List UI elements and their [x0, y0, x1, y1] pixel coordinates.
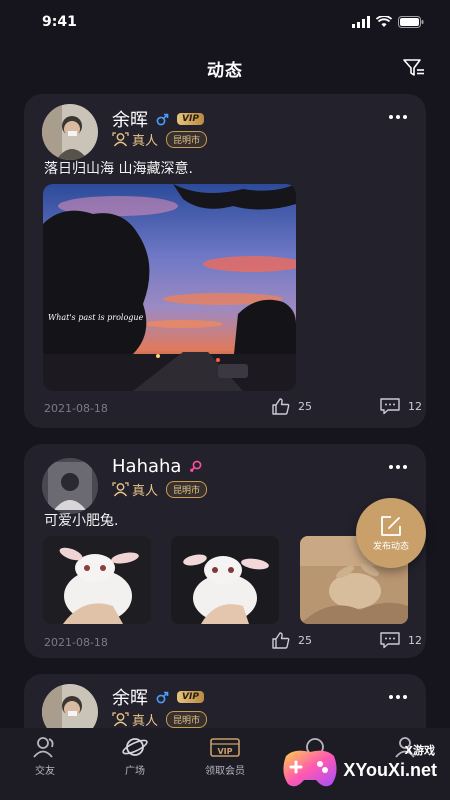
more-icon[interactable]	[388, 114, 408, 120]
comment-icon	[380, 398, 400, 415]
post-image[interactable]	[43, 536, 151, 624]
like-button[interactable]: 25	[272, 632, 312, 649]
city-tag: 昆明市	[166, 711, 208, 728]
tab-label: 领取会员	[205, 766, 245, 777]
bunny-photo-1	[43, 536, 151, 624]
post-image[interactable]: What's past is prologue	[43, 184, 296, 391]
real-person-tag: 真人	[112, 710, 158, 729]
thumbs-up-icon	[272, 398, 290, 415]
name-row: Hahaha	[112, 456, 202, 477]
user-name[interactable]: Hahaha	[112, 456, 181, 477]
avatar[interactable]	[42, 458, 98, 514]
verified-person-icon	[112, 712, 129, 727]
post-text: 可爱小肥兔.	[44, 513, 119, 529]
female-icon	[190, 460, 202, 472]
real-person-label: 真人	[132, 714, 159, 729]
tab-square[interactable]: 广场	[90, 728, 180, 800]
real-person-label: 真人	[132, 134, 159, 149]
verified-person-icon	[112, 132, 129, 147]
photo-caption: What's past is prologue	[48, 313, 144, 322]
battery-icon	[398, 16, 424, 28]
tag-row: 真人 昆明市	[112, 710, 208, 729]
comment-count: 12	[408, 634, 422, 647]
tag-row: 真人 昆明市	[112, 130, 208, 149]
bunny-photo-2	[171, 536, 279, 624]
more-icon[interactable]	[388, 694, 408, 700]
more-icon[interactable]	[388, 464, 408, 470]
like-button[interactable]: 25	[272, 398, 312, 415]
vip-badge: VIP	[177, 113, 204, 125]
like-count: 25	[298, 400, 312, 413]
user-name[interactable]: 余晖	[112, 684, 148, 710]
watermark-small-text: X游戏	[404, 744, 435, 757]
real-person-tag: 真人	[112, 130, 158, 149]
comment-count: 12	[408, 400, 422, 413]
comment-button[interactable]: 12	[380, 632, 422, 649]
status-icons	[352, 16, 424, 28]
name-row: 余晖 VIP	[112, 106, 204, 132]
wifi-icon	[376, 16, 392, 27]
vip-badge: VIP	[177, 691, 204, 703]
verified-person-icon	[112, 482, 129, 497]
city-tag: 昆明市	[166, 481, 208, 498]
sunset-photo: What's past is prologue	[43, 184, 296, 391]
edit-icon	[381, 515, 401, 536]
avatar-image	[42, 104, 98, 160]
real-person-label: 真人	[132, 484, 159, 499]
tag-row: 真人 昆明市	[112, 480, 208, 499]
nav-bar: 动态	[0, 48, 450, 88]
filter-icon[interactable]	[402, 57, 426, 79]
tab-label: 广场	[125, 766, 145, 777]
thumbs-up-icon	[272, 632, 290, 649]
post-text: 落日归山海 山海藏深意.	[44, 161, 193, 177]
name-row: 余晖 VIP	[112, 684, 204, 710]
user-name[interactable]: 余晖	[112, 106, 148, 132]
vip-icon-text: VIP	[217, 747, 232, 756]
post-card[interactable]: 余晖 VIP 真人 昆明市 落日归山海 山海藏深意. What's past i…	[24, 94, 426, 428]
publish-post-button[interactable]: 发布动态	[356, 498, 426, 568]
city-tag: 昆明市	[166, 131, 208, 148]
comment-icon	[380, 632, 400, 649]
post-date: 2021-08-18	[44, 636, 108, 649]
male-icon	[156, 113, 169, 125]
signal-icon	[352, 16, 370, 28]
post-image[interactable]	[171, 536, 279, 624]
real-person-tag: 真人	[112, 480, 158, 499]
watermark-domain: XYouXi.net	[343, 760, 437, 780]
site-watermark: X游戏 XYouXi.net	[280, 742, 445, 794]
tab-label: 交友	[35, 766, 55, 777]
status-bar: 9:41	[0, 0, 450, 44]
gamepad-logo-icon	[283, 750, 337, 787]
like-count: 25	[298, 634, 312, 647]
tab-friends[interactable]: 交友	[0, 728, 90, 800]
comment-button[interactable]: 12	[380, 398, 422, 415]
friends-icon	[33, 737, 54, 758]
planet-icon	[122, 738, 148, 756]
publish-label: 发布动态	[372, 541, 409, 552]
page-title: 动态	[207, 60, 243, 81]
male-icon	[156, 691, 169, 703]
avatar[interactable]	[42, 104, 98, 160]
post-date: 2021-08-18	[44, 402, 108, 415]
tab-vip[interactable]: VIP 领取会员	[180, 728, 270, 800]
vip-icon: VIP	[210, 738, 240, 757]
status-time: 9:41	[42, 14, 77, 30]
avatar-image	[42, 458, 98, 514]
